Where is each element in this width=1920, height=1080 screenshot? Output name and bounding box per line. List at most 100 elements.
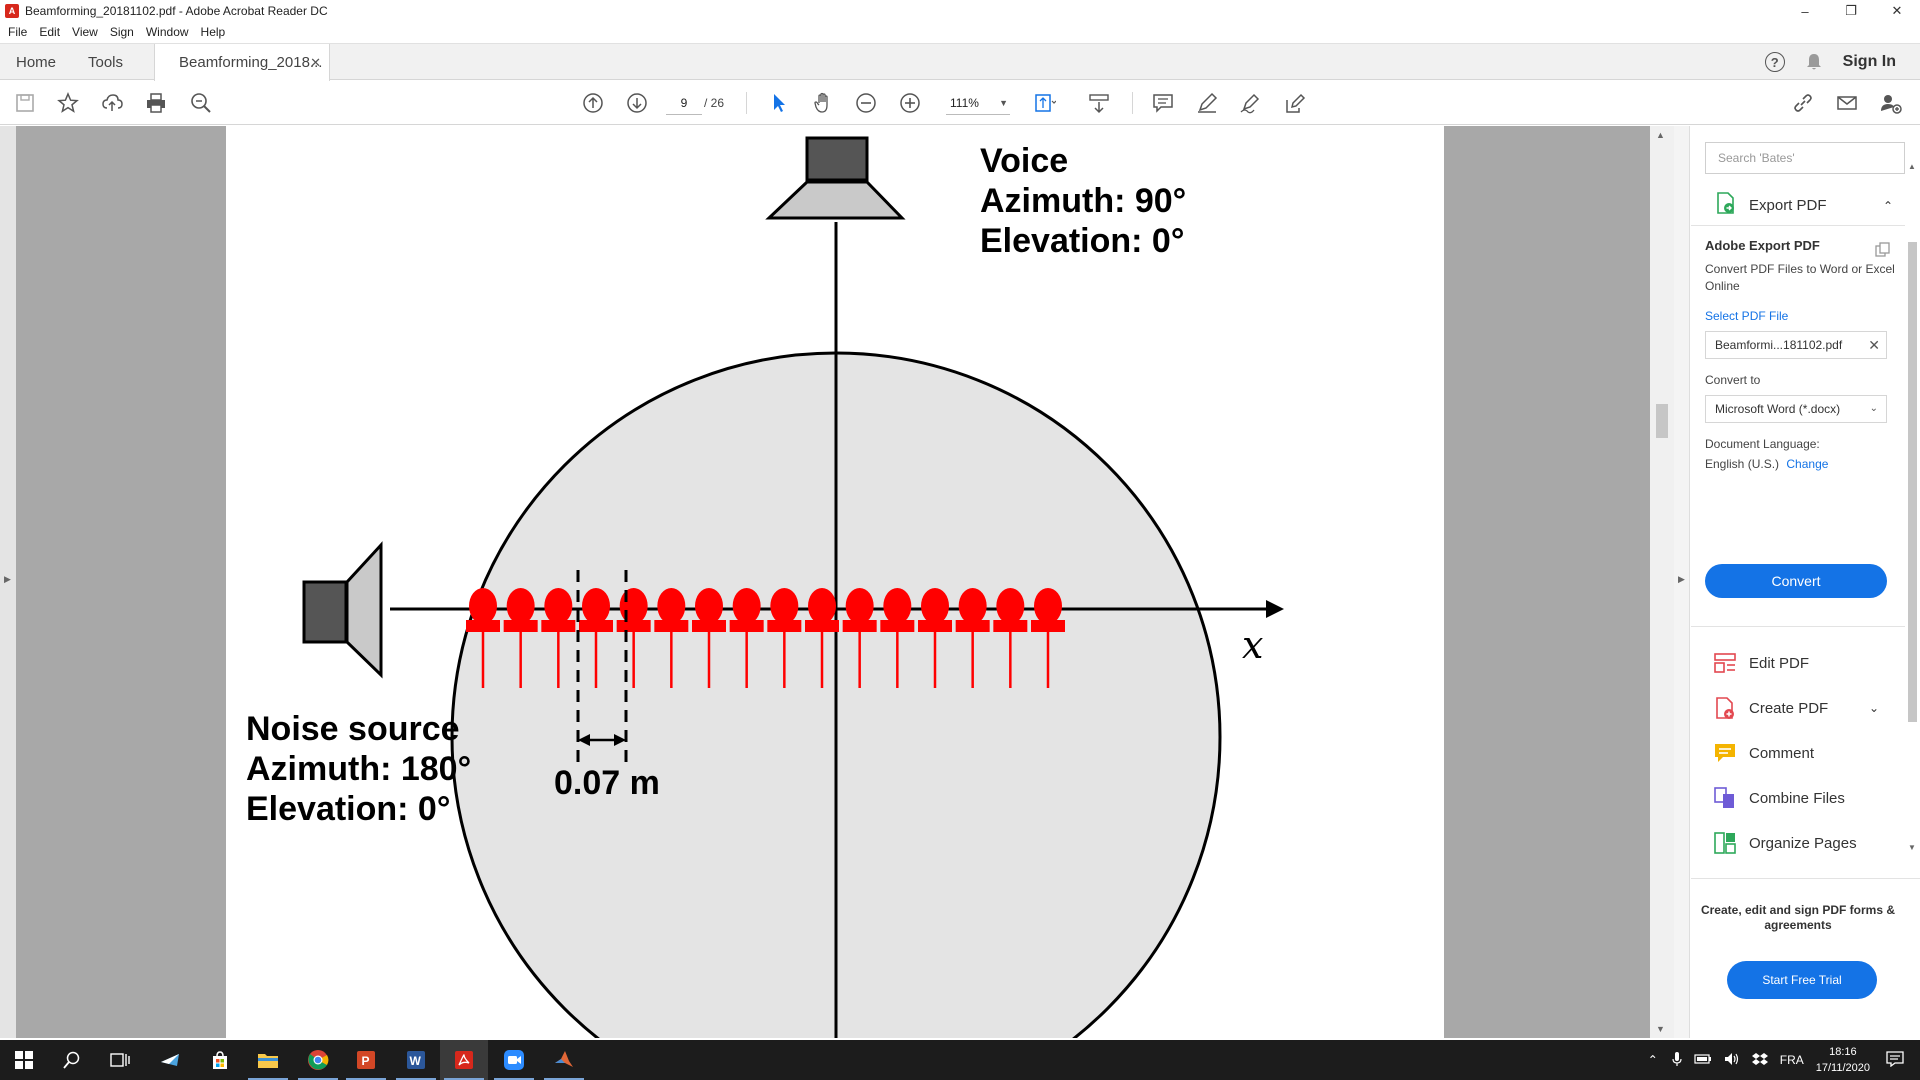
acrobat-taskbar-icon[interactable] <box>440 1040 488 1080</box>
chevron-down-icon[interactable]: ⌄ <box>1869 701 1879 715</box>
remove-file-icon[interactable]: ✕ <box>1868 332 1880 358</box>
convert-button[interactable]: Convert <box>1705 564 1887 598</box>
voice-speaker-icon <box>765 136 906 220</box>
scrollbar-thumb[interactable] <box>1908 242 1917 722</box>
tab-document[interactable]: Beamforming_2018... ✕ <box>154 44 330 81</box>
clock[interactable]: 18:16 17/11/2020 <box>1816 1044 1870 1076</box>
select-pdf-file-link[interactable]: Select PDF File <box>1705 309 1905 323</box>
tool-organize-pages[interactable]: Organize Pages <box>1713 828 1857 858</box>
edit-pdf-icon <box>1713 651 1737 675</box>
page-number-input[interactable]: 9 <box>666 91 702 115</box>
svg-text:W: W <box>410 1054 422 1068</box>
windows-start-icon[interactable] <box>0 1040 48 1080</box>
next-page-icon[interactable] <box>624 90 650 116</box>
microphone-icon[interactable] <box>1672 1051 1682 1070</box>
scroll-up-icon[interactable]: ▲ <box>1908 162 1916 171</box>
tool-comment[interactable]: Comment <box>1713 738 1814 768</box>
save-icon[interactable] <box>12 90 38 116</box>
chrome-icon[interactable] <box>294 1040 342 1080</box>
scroll-down-icon[interactable]: ▼ <box>1908 843 1916 852</box>
export-pdf-header[interactable]: Export PDF ⌃ <box>1691 186 1905 226</box>
print-icon[interactable] <box>143 90 169 116</box>
scrollbar-thumb[interactable] <box>1656 404 1668 438</box>
dropbox-icon[interactable] <box>1751 1052 1768 1069</box>
pinned-app-icon[interactable] <box>146 1040 194 1080</box>
document-viewer[interactable]: ▶ x 0.07 m Voice Azimuth: 90° Elevation:… <box>0 126 1674 1038</box>
zoom-level-value: 111% <box>950 96 979 110</box>
zoom-out-icon[interactable] <box>853 90 879 116</box>
convert-format-select[interactable]: Microsoft Word (*.docx) ⌄ <box>1705 395 1887 423</box>
bookmark-star-icon[interactable] <box>55 90 81 116</box>
promo-text: Create, edit and sign PDF forms & agreem… <box>1700 903 1896 932</box>
store-icon[interactable] <box>196 1040 244 1080</box>
tool-combine-files[interactable]: Combine Files <box>1713 783 1845 813</box>
zoom-app-icon[interactable] <box>490 1040 538 1080</box>
tab-home[interactable]: Home <box>16 44 56 80</box>
left-panel-toggle[interactable]: ▶ <box>0 126 16 1038</box>
task-view-icon[interactable] <box>96 1040 144 1080</box>
highlight-pen-icon[interactable] <box>1194 90 1220 116</box>
document-scrollbar[interactable]: ▲ ▼ <box>1650 126 1674 1038</box>
chevron-up-icon[interactable]: ⌃ <box>1648 1053 1658 1067</box>
chevron-right-icon: ▶ <box>4 574 11 584</box>
menu-help[interactable]: Help <box>201 25 226 39</box>
voice-elevation-label: Elevation: 0° <box>980 222 1184 260</box>
selected-file-field[interactable]: Beamformi...181102.pdf ✕ <box>1705 331 1887 359</box>
share-link-icon[interactable] <box>1790 90 1816 116</box>
menu-sign[interactable]: Sign <box>110 25 134 39</box>
help-icon[interactable]: ? <box>1764 52 1785 72</box>
fit-page-icon[interactable] <box>1032 90 1058 116</box>
search-bates-input[interactable]: Search 'Bates' <box>1705 142 1905 174</box>
chevron-up-icon[interactable]: ⌃ <box>1883 199 1893 213</box>
minimize-button[interactable]: – <box>1782 0 1828 22</box>
close-window-button[interactable]: ✕ <box>1874 0 1920 22</box>
tool-edit-pdf[interactable]: Edit PDF <box>1713 648 1809 678</box>
hand-tool-icon[interactable] <box>810 90 836 116</box>
export-pdf-title: Export PDF <box>1749 197 1827 214</box>
add-user-icon[interactable] <box>1878 90 1904 116</box>
find-zoom-icon[interactable] <box>188 90 214 116</box>
notification-bell-icon[interactable] <box>1805 53 1823 71</box>
menu-file[interactable]: File <box>8 25 27 39</box>
word-icon[interactable]: W <box>392 1040 440 1080</box>
scroll-down-icon[interactable]: ▼ <box>1656 1024 1665 1034</box>
matlab-icon[interactable] <box>540 1040 588 1080</box>
menu-edit[interactable]: Edit <box>39 25 60 39</box>
start-free-trial-button[interactable]: Start Free Trial <box>1727 961 1877 999</box>
fill-sign-icon[interactable] <box>1282 90 1308 116</box>
close-tab-icon[interactable]: ✕ <box>310 55 321 71</box>
scroll-up-icon[interactable]: ▲ <box>1656 130 1665 140</box>
noise-elevation-label: Elevation: 0° <box>246 790 450 828</box>
copy-icon[interactable] <box>1875 242 1891 263</box>
sign-in-button[interactable]: Sign In <box>1843 53 1896 71</box>
zoom-level-select[interactable]: 111% ▼ <box>946 91 1010 115</box>
file-explorer-icon[interactable] <box>244 1040 292 1080</box>
change-language-link[interactable]: Change <box>1786 457 1828 471</box>
upload-cloud-icon[interactable] <box>99 90 125 116</box>
tool-comment-label: Comment <box>1749 744 1815 762</box>
convert-to-label: Convert to <box>1705 373 1761 387</box>
email-icon[interactable] <box>1834 90 1860 116</box>
scroll-mode-icon[interactable] <box>1086 90 1112 116</box>
comment-icon[interactable] <box>1150 90 1176 116</box>
x-axis-arrowhead <box>1266 600 1284 618</box>
zoom-in-icon[interactable] <box>897 90 923 116</box>
tools-pane-scrollbar[interactable]: ▲ ▼ <box>1905 162 1920 852</box>
menu-window[interactable]: Window <box>146 25 189 39</box>
battery-icon[interactable] <box>1694 1053 1712 1068</box>
right-panel-toggle[interactable]: ▶ <box>1674 126 1690 1038</box>
powerpoint-icon[interactable]: P <box>342 1040 390 1080</box>
tab-tools[interactable]: Tools <box>88 44 123 80</box>
input-language[interactable]: FRA <box>1780 1053 1804 1067</box>
tool-create-pdf[interactable]: Create PDF ⌄ <box>1713 693 1879 723</box>
search-icon[interactable] <box>48 1040 96 1080</box>
volume-icon[interactable] <box>1724 1052 1740 1069</box>
menu-view[interactable]: View <box>72 25 98 39</box>
adobe-export-description: Convert PDF Files to Word or Excel Onlin… <box>1705 262 1895 293</box>
previous-page-icon[interactable] <box>580 90 606 116</box>
tool-combine-files-label: Combine Files <box>1749 789 1845 807</box>
sign-pen-icon[interactable] <box>1237 90 1263 116</box>
restore-button[interactable]: ❐ <box>1828 0 1874 22</box>
notifications-icon[interactable] <box>1886 1050 1904 1070</box>
select-cursor-icon[interactable] <box>766 90 792 116</box>
